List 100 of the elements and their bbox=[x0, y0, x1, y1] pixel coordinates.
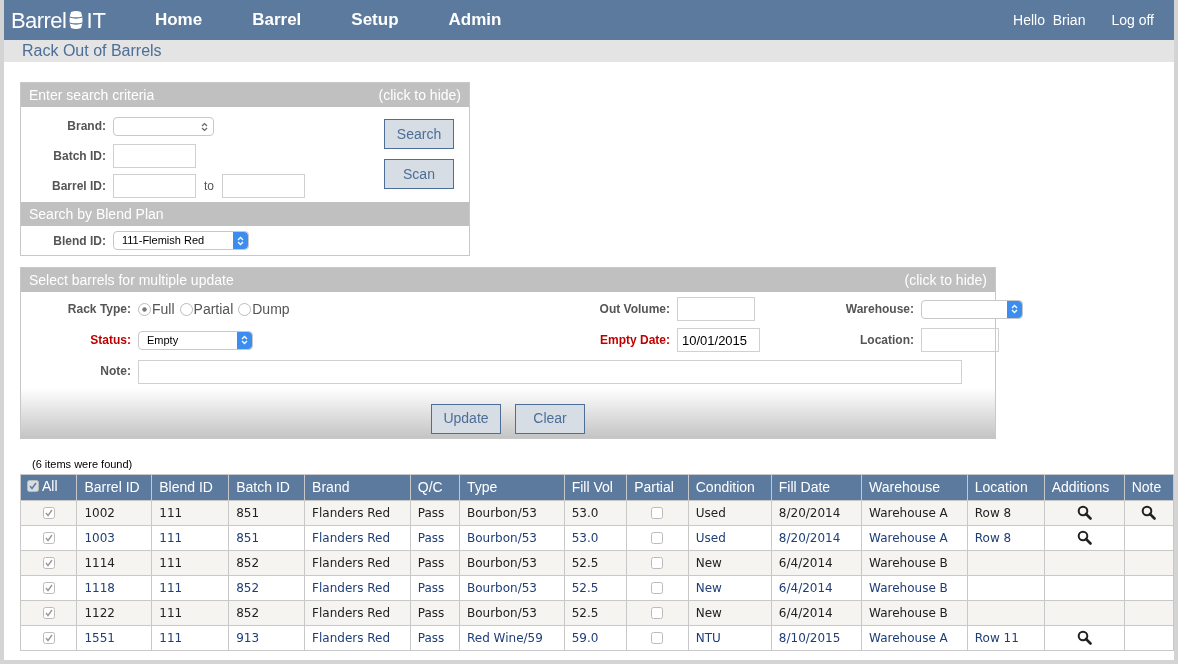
field-label: Brand: bbox=[66, 118, 106, 135]
logo-text: Barrel bbox=[11, 6, 67, 35]
table-cell: Flanders Red bbox=[312, 580, 391, 595]
checkbox[interactable] bbox=[42, 507, 55, 519]
table-cell: Warehouse A bbox=[869, 530, 948, 545]
text-field[interactable] bbox=[222, 174, 305, 198]
text-field[interactable] bbox=[921, 328, 999, 352]
checkbox[interactable] bbox=[42, 632, 55, 644]
checkbox[interactable] bbox=[651, 607, 664, 619]
table-cell: Bourbon/53 bbox=[467, 530, 537, 545]
text-field[interactable] bbox=[677, 297, 755, 321]
table-cell: NTU bbox=[695, 630, 721, 645]
table-cell: Row 8 bbox=[974, 505, 1012, 520]
nav-link[interactable]: Barrel bbox=[227, 7, 327, 33]
column-header: Partial bbox=[626, 474, 689, 500]
table-cell: Bourbon/53 bbox=[467, 555, 537, 570]
field-label: Status: bbox=[89, 332, 131, 349]
radio-label: Dump bbox=[252, 299, 290, 319]
text-field[interactable] bbox=[113, 144, 196, 168]
radio-button[interactable] bbox=[138, 302, 151, 316]
column-header: Location bbox=[967, 474, 1045, 500]
checkbox[interactable] bbox=[651, 632, 664, 644]
table-cell: 111 bbox=[159, 505, 183, 520]
table-cell: Used bbox=[695, 530, 726, 545]
table-cell: 852 bbox=[236, 555, 260, 570]
column-header: Warehouse bbox=[861, 474, 968, 500]
field-label: Note: bbox=[99, 363, 131, 381]
table-cell: 6/4/2014 bbox=[778, 580, 833, 595]
field-label: Location: bbox=[859, 332, 914, 349]
nav-link[interactable]: Setup bbox=[326, 7, 424, 33]
table-cell: Bourbon/53 bbox=[467, 605, 537, 620]
table-cell: 851 bbox=[236, 505, 260, 520]
checkbox[interactable] bbox=[651, 507, 664, 519]
magnifier-icon[interactable] bbox=[1076, 630, 1092, 645]
table-cell: Flanders Red bbox=[312, 630, 391, 645]
table-cell: 111 bbox=[159, 630, 183, 645]
checkbox[interactable] bbox=[651, 582, 664, 594]
dropdown-arrow-icon bbox=[201, 121, 208, 132]
radio-button[interactable] bbox=[179, 302, 193, 316]
table-cell: Red Wine/59 bbox=[467, 630, 543, 645]
table-cell: 53.0 bbox=[571, 505, 599, 520]
column-header: Condition bbox=[688, 474, 772, 500]
table-cell: 913 bbox=[236, 630, 260, 645]
checkbox[interactable] bbox=[651, 532, 664, 544]
magnifier-icon[interactable] bbox=[1076, 530, 1092, 545]
table-cell: 53.0 bbox=[571, 530, 599, 545]
dropdown[interactable]: 111-Flemish Red bbox=[113, 231, 249, 250]
action-button[interactable]: Scan bbox=[384, 159, 454, 189]
magnifier-icon[interactable] bbox=[1141, 505, 1157, 520]
table-cell: 8/20/2014 bbox=[778, 505, 841, 520]
table-cell: Flanders Red bbox=[312, 530, 391, 545]
field-label: Batch ID: bbox=[52, 148, 106, 165]
checkbox[interactable] bbox=[42, 582, 55, 594]
table-cell: Bourbon/53 bbox=[467, 580, 537, 595]
checkbox[interactable] bbox=[651, 557, 664, 569]
range-separator: to bbox=[203, 178, 215, 195]
dropdown[interactable]: Empty bbox=[138, 330, 253, 350]
field-label: Barrel ID: bbox=[50, 178, 106, 195]
text-field[interactable]: 10/01/2015 bbox=[677, 328, 760, 352]
radio-label: Partial bbox=[193, 299, 234, 319]
column-header: Note bbox=[1124, 474, 1174, 500]
table-cell: 111 bbox=[159, 605, 183, 620]
radio-button[interactable] bbox=[238, 302, 252, 316]
table-cell: 852 bbox=[236, 605, 260, 620]
table-cell: Warehouse A bbox=[869, 505, 948, 520]
nav-link[interactable]: Home bbox=[129, 7, 228, 33]
panel-title: Search by Blend Plan bbox=[29, 204, 164, 224]
nav-link[interactable]: Admin bbox=[423, 7, 527, 33]
magnifier-icon[interactable] bbox=[1076, 505, 1092, 520]
dropdown[interactable] bbox=[113, 116, 214, 136]
column-header: Additions bbox=[1044, 474, 1125, 500]
logo-text: IT bbox=[86, 6, 106, 35]
table-cell: 52.5 bbox=[571, 605, 599, 620]
checkbox[interactable] bbox=[42, 557, 55, 569]
table-cell: Bourbon/53 bbox=[467, 505, 537, 520]
panel-title: Enter search criteria bbox=[29, 85, 155, 105]
checkbox[interactable] bbox=[27, 480, 39, 493]
logoff-link[interactable]: Log off bbox=[1111, 9, 1154, 31]
table-cell: Row 11 bbox=[974, 630, 1019, 645]
table-cell: Warehouse B bbox=[869, 555, 948, 570]
action-button[interactable]: Search bbox=[384, 119, 454, 149]
table-cell: Pass bbox=[417, 580, 445, 595]
text-field[interactable] bbox=[138, 359, 962, 384]
checkbox[interactable] bbox=[42, 532, 55, 544]
table-cell: 8/10/2015 bbox=[778, 630, 841, 645]
action-button[interactable]: Clear bbox=[515, 403, 585, 434]
field-label: Empty Date: bbox=[599, 332, 670, 349]
dropdown[interactable] bbox=[921, 299, 1023, 319]
text-field[interactable] bbox=[113, 174, 196, 198]
table-cell: Pass bbox=[417, 530, 445, 545]
table-cell: Warehouse B bbox=[869, 605, 948, 620]
table-cell: Pass bbox=[417, 555, 445, 570]
table-cell: Warehouse B bbox=[869, 580, 948, 595]
table-cell: 8/20/2014 bbox=[778, 530, 841, 545]
table-cell: Pass bbox=[417, 605, 445, 620]
checkbox[interactable] bbox=[42, 607, 55, 619]
action-button[interactable]: Update bbox=[431, 403, 501, 434]
table-cell: 6/4/2014 bbox=[778, 605, 833, 620]
column-header: Blend ID bbox=[151, 474, 229, 500]
table-cell: 1002 bbox=[84, 505, 115, 520]
